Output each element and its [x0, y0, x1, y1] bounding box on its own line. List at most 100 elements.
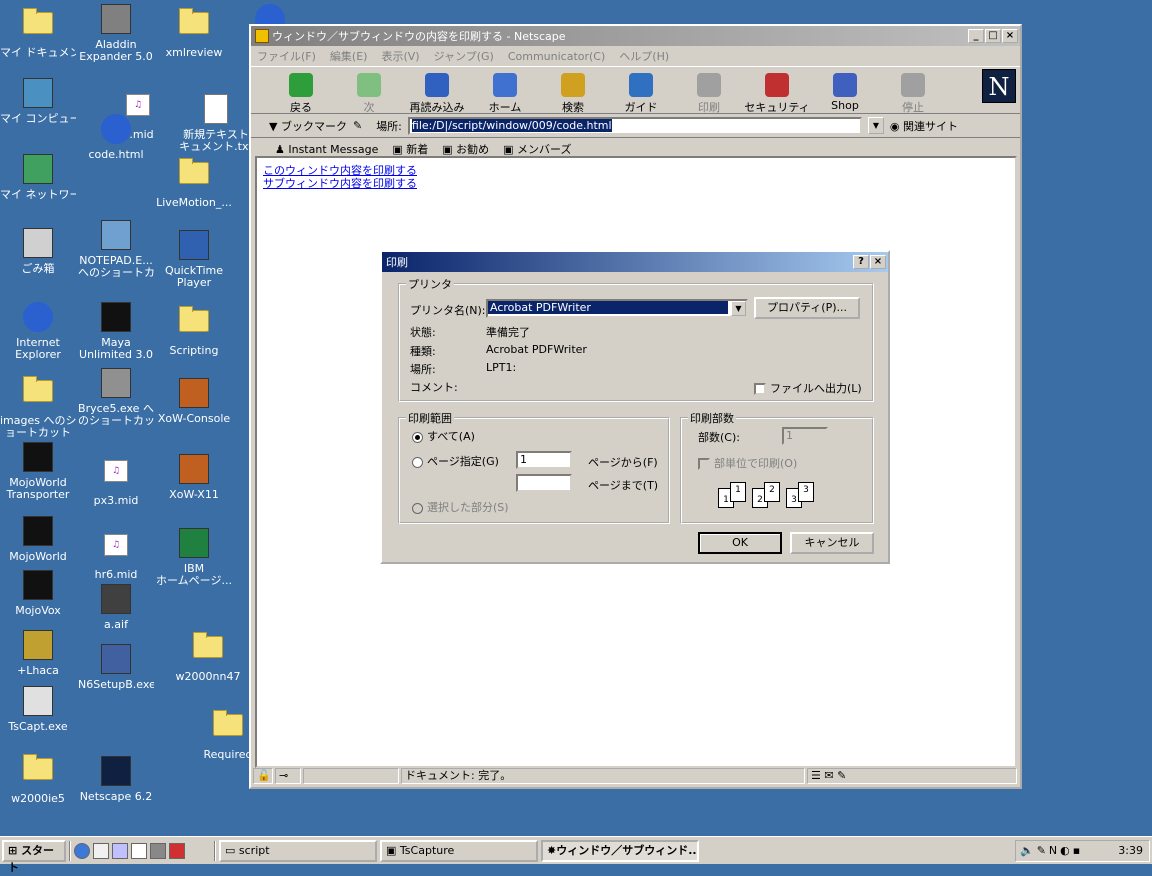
desktop-icon[interactable]: w2000ie5 — [0, 750, 76, 805]
desktop-icon[interactable]: XoW-Console — [156, 378, 232, 425]
desktop-icon[interactable]: ♫ px3.mid — [78, 454, 154, 507]
desktop-icon[interactable]: w2000nn47 — [170, 628, 246, 683]
range-pages-radio[interactable]: ページ指定(G) — [412, 453, 499, 469]
pen-icon[interactable]: ✎ — [1037, 844, 1046, 857]
print-subwindow-link[interactable]: サブウィンドウ内容を印刷する — [263, 177, 1009, 190]
page-proxy-icon[interactable]: ✎ — [353, 119, 362, 132]
menu-help[interactable]: ヘルプ(H) — [619, 48, 669, 64]
desktop-icon[interactable]: xmlreview — [156, 4, 232, 59]
related-sites-button[interactable]: ◉ 関連サイト — [890, 118, 958, 134]
desktop-icon[interactable]: Maya Unlimited 3.0 — [78, 302, 154, 361]
location-input[interactable]: file:/D|/script/window/009/code.html — [407, 116, 862, 135]
print-window-link[interactable]: このウィンドウ内容を印刷する — [263, 164, 1009, 177]
desktop-icon[interactable]: LiveMotion_... — [156, 154, 232, 209]
menu-go[interactable]: ジャンプ(G) — [434, 48, 494, 64]
minimize-button[interactable]: _ — [968, 29, 984, 43]
browser-titlebar[interactable]: ウィンドウ／サブウィンドウの内容を印刷する - Netscape _ □ × — [251, 26, 1020, 46]
outlook-quicklaunch-icon[interactable] — [93, 842, 109, 859]
desktop-icon[interactable]: a.aif — [78, 584, 154, 631]
menu-communicator[interactable]: Communicator(C) — [508, 50, 605, 63]
desktop-quicklaunch-icon[interactable] — [112, 842, 128, 859]
desktop-icon[interactable]: マイ ネットワーク — [0, 154, 76, 201]
netscape-tray-icon[interactable]: N — [1049, 844, 1057, 857]
range-all-radio[interactable]: すべて(A) — [412, 428, 475, 444]
desktop-icon[interactable]: Aladdin Expander 5.0 — [78, 4, 154, 63]
desktop-icon[interactable]: XoW-X11 — [156, 454, 232, 501]
navigator-icon[interactable]: ☰ — [811, 769, 821, 782]
mail-icon[interactable]: ✉ — [824, 769, 833, 782]
close-button[interactable]: × — [1002, 29, 1018, 43]
cmd-quicklaunch-icon[interactable] — [150, 842, 166, 859]
desktop-icon[interactable]: MojoVox — [0, 570, 76, 617]
toolbar-button[interactable]: セキュリティ — [743, 69, 811, 115]
desktop-icon[interactable]: Scripting — [156, 302, 232, 357]
range-selection-radio[interactable]: 選択した部分(S) — [412, 499, 509, 515]
toolbar-button[interactable]: 次 — [335, 69, 403, 115]
volume-icon[interactable]: 🔈 — [1020, 844, 1034, 857]
desktop-icon[interactable]: MojoWorld Transporter — [0, 442, 76, 501]
page-to-input[interactable] — [516, 474, 572, 492]
print-to-file-checkbox[interactable]: ファイルへ出力(L) — [754, 380, 862, 396]
acrobat-quicklaunch-icon[interactable] — [169, 842, 185, 859]
location-dropdown-button[interactable]: ▼ — [867, 117, 884, 134]
toolbar-button[interactable]: ガイド — [607, 69, 675, 115]
netscape-logo-icon[interactable]: N — [982, 69, 1016, 103]
desktop-icon[interactable]: NOTEPAD.E... へのショートカ... — [78, 220, 154, 279]
collate-checkbox[interactable]: 部単位で印刷(O) — [698, 455, 797, 471]
task-netscape[interactable]: ✸ウィンドウ／サブウィンド... — [541, 839, 699, 862]
desktop-icon[interactable]: code.html — [78, 114, 154, 161]
start-button[interactable]: ⊞ スタート — [2, 839, 66, 874]
bookmark-button[interactable]: ▼ ブックマーク — [269, 118, 347, 134]
new-link[interactable]: ▣ 新着 — [392, 141, 428, 157]
monitor-tray-icon[interactable]: ▪ — [1073, 844, 1080, 857]
network-tray-icon[interactable]: ◐ — [1060, 844, 1070, 857]
desktop-icon[interactable]: Internet Explorer — [0, 302, 76, 361]
toolbar-button[interactable]: 戻る — [267, 69, 335, 115]
desktop-icon[interactable]: 新規テキスト キュメント.txt — [178, 94, 254, 153]
toolbar-button[interactable]: ホーム — [471, 69, 539, 115]
desktop-icon[interactable]: マイ コンピュータ — [0, 78, 76, 125]
app-quicklaunch-icon[interactable] — [131, 842, 147, 859]
desktop-icon[interactable]: IBM ホームページ... — [156, 528, 232, 587]
navigation-toolbar: 戻る 次 再読み込み ホーム 検索 ガイド 印刷 セキュリティ Shop 停止 N — [251, 66, 1020, 114]
desktop-icon[interactable]: TsCapt.exe — [0, 686, 76, 733]
desktop-icon[interactable]: +Lhaca — [0, 630, 76, 677]
toolbar-button[interactable]: Shop — [811, 69, 879, 112]
printer-name-select[interactable]: Acrobat PDFWriter ▼ — [486, 299, 748, 318]
menu-edit[interactable]: 編集(E) — [330, 48, 368, 64]
toolbar-button[interactable]: 再読み込み — [403, 69, 471, 115]
desktop-icon[interactable]: MojoWorld — [0, 516, 76, 563]
clock[interactable]: 3:39 — [1118, 844, 1143, 857]
desktop-icon[interactable]: images へのシ ョートカット — [0, 372, 76, 439]
dialog-close-button[interactable]: × — [870, 255, 886, 269]
toolbar-button[interactable]: 停止 — [879, 69, 947, 115]
desktop-icon[interactable]: QuickTime Player — [156, 230, 232, 289]
help-button[interactable]: ? — [853, 255, 869, 269]
chevron-down-icon[interactable]: ▼ — [731, 301, 746, 316]
menu-file[interactable]: ファイル(F) — [257, 48, 316, 64]
task-script[interactable]: ▭ script — [219, 839, 377, 862]
desktop-icon[interactable]: N6SetupB.exe — [78, 644, 154, 691]
desktop-icon[interactable]: マイ ドキュメント — [0, 4, 76, 59]
recommend-link[interactable]: ▣ お勧め — [442, 141, 489, 157]
ie-quicklaunch-icon[interactable] — [74, 842, 90, 859]
lock-icon[interactable]: 🔓 — [253, 768, 273, 784]
toolbar-button[interactable]: 印刷 — [675, 69, 743, 115]
instant-message-link[interactable]: ♟ Instant Message — [275, 143, 378, 156]
composer-icon[interactable]: ✎ — [837, 769, 846, 782]
page-from-input[interactable]: 1 — [516, 451, 572, 469]
desktop-icon[interactable]: Bryce5.exe へ のショートカット — [78, 368, 154, 427]
members-link[interactable]: ▣ メンバーズ — [503, 141, 571, 157]
toolbar-button[interactable]: 検索 — [539, 69, 607, 115]
desktop-icon[interactable]: Netscape 6.2 — [78, 756, 154, 803]
task-tscapture[interactable]: ▣ TsCapture — [380, 839, 538, 862]
properties-button[interactable]: プロパティ(P)... — [754, 297, 860, 319]
desktop-icon[interactable]: ♫ hr6.mid — [78, 528, 154, 581]
desktop-icon[interactable]: ごみ箱 — [0, 228, 76, 275]
copies-stepper[interactable]: 1 — [782, 427, 828, 445]
ok-button[interactable]: OK — [698, 532, 782, 554]
print-dialog-titlebar[interactable]: 印刷 ? × — [382, 252, 888, 272]
maximize-button[interactable]: □ — [985, 29, 1001, 43]
cancel-button[interactable]: キャンセル — [790, 532, 874, 554]
menu-view[interactable]: 表示(V) — [381, 48, 419, 64]
